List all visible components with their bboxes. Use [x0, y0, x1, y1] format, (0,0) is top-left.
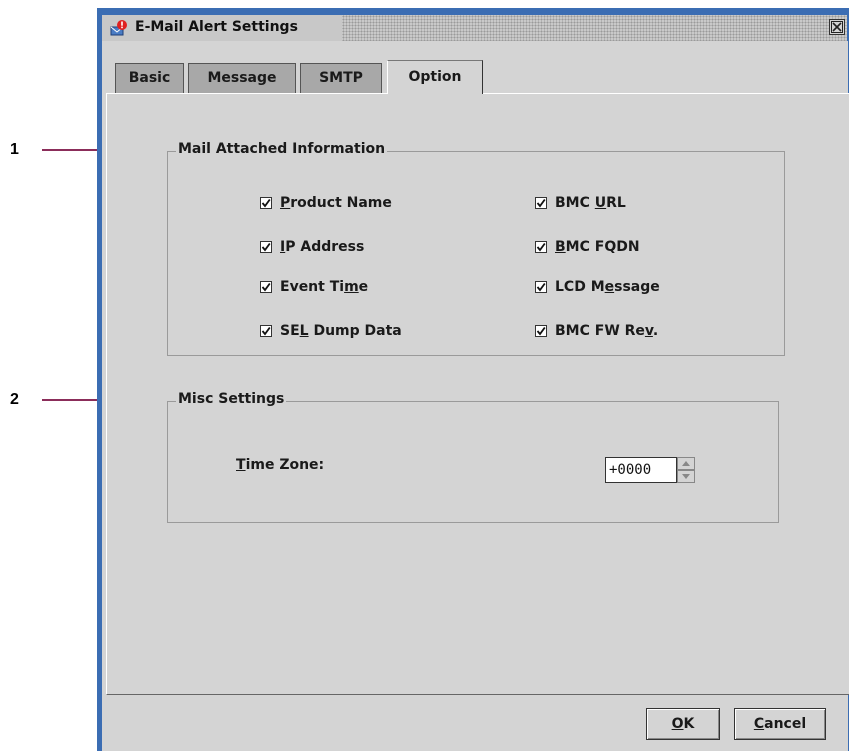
checkbox-product-name[interactable]: Product Name [260, 195, 392, 211]
checkmark-icon [261, 282, 271, 292]
checkmark-icon [536, 242, 546, 252]
checkmark-icon [536, 326, 546, 336]
checkbox-label: BMC FQDN [555, 239, 640, 255]
checkbox-box[interactable] [535, 241, 547, 253]
tab-smtp[interactable]: SMTP [300, 63, 382, 93]
option-tab-panel: Mail Attached Information Product Name BM… [106, 93, 849, 695]
checkbox-label: LCD Message [555, 279, 660, 295]
dialog-title: E-Mail Alert Settings [135, 19, 298, 35]
time-zone-input[interactable]: +0000 [605, 457, 677, 483]
tab-message[interactable]: Message [188, 63, 296, 93]
tab-basic[interactable]: Basic [115, 63, 184, 93]
checkbox-box[interactable] [535, 197, 547, 209]
checkbox-box[interactable] [260, 325, 272, 337]
checkbox-bmc-url[interactable]: BMC URL [535, 195, 626, 211]
ok-button[interactable]: OK [646, 708, 720, 740]
misc-settings-title: Misc Settings [176, 391, 287, 407]
checkmark-icon [536, 282, 546, 292]
email-alert-settings-dialog: E-Mail Alert Settings Basic Message SMTP… [97, 8, 849, 751]
checkbox-bmc-fw-rev[interactable]: BMC FW Rev. [535, 323, 658, 339]
mail-alert-icon [110, 20, 128, 36]
tab-option[interactable]: Option [387, 60, 483, 94]
time-zone-increment-button[interactable] [677, 457, 695, 470]
mail-attached-information-group: Mail Attached Information Product Name BM… [167, 141, 785, 356]
close-button[interactable] [829, 19, 845, 35]
checkbox-box[interactable] [535, 281, 547, 293]
close-icon [831, 21, 843, 33]
checkbox-box[interactable] [260, 241, 272, 253]
cancel-button[interactable]: Cancel [734, 708, 826, 740]
checkbox-label: Event Time [280, 279, 369, 295]
checkbox-event-time[interactable]: Event Time [260, 279, 368, 295]
dialog-client-area: Basic Message SMTP Option Mail Attached … [102, 41, 849, 751]
checkbox-bmc-fqdn[interactable]: BMC FQDN [535, 239, 640, 255]
checkmark-icon [261, 326, 271, 336]
checkmark-icon [261, 242, 271, 252]
checkbox-box[interactable] [535, 325, 547, 337]
checkmark-icon [536, 198, 546, 208]
checkbox-sel-dump-data[interactable]: SEL Dump Data [260, 323, 402, 339]
time-zone-spinner: +0000 [605, 457, 697, 483]
checkbox-lcd-message[interactable]: LCD Message [535, 279, 660, 295]
time-zone-label: Time Zone: [236, 457, 325, 473]
title-bar[interactable]: E-Mail Alert Settings [102, 15, 847, 41]
checkbox-label: BMC URL [555, 195, 626, 211]
checkbox-label: IP Address [280, 239, 365, 255]
callout-number-2: 2 [10, 391, 19, 408]
checkbox-label: SEL Dump Data [280, 323, 402, 339]
checkbox-box[interactable] [260, 281, 272, 293]
mail-attached-information-title: Mail Attached Information [176, 141, 388, 157]
callout-number-1: 1 [10, 141, 19, 158]
misc-settings-group: Misc Settings Time Zone: +0000 [167, 391, 779, 523]
checkbox-ip-address[interactable]: IP Address [260, 239, 364, 255]
checkbox-label: BMC FW Rev. [555, 323, 659, 339]
time-zone-decrement-button[interactable] [677, 470, 695, 483]
button-bar: OK Cancel [102, 697, 848, 751]
checkmark-icon [261, 198, 271, 208]
checkbox-box[interactable] [260, 197, 272, 209]
checkbox-label: Product Name [280, 195, 392, 211]
chevron-down-icon [682, 474, 690, 479]
chevron-up-icon [682, 461, 690, 466]
